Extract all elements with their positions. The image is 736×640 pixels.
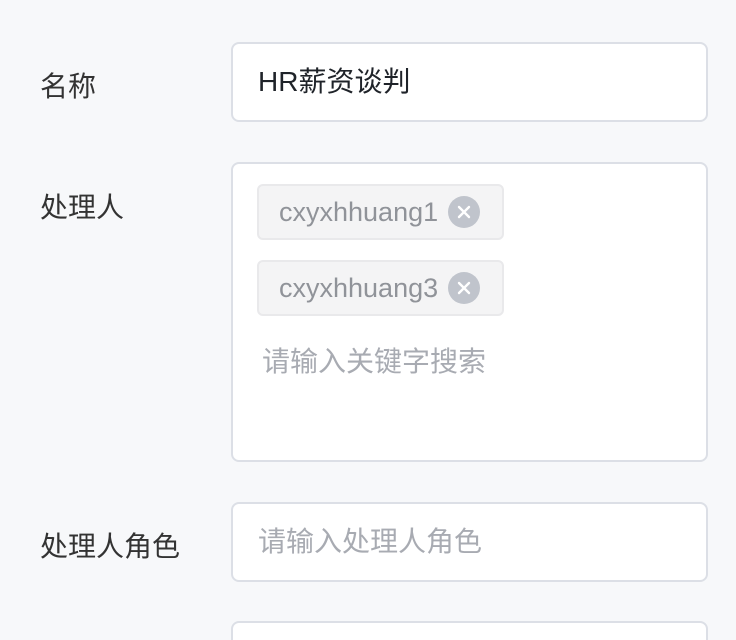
handler-role-input[interactable]: 请输入处理人角色	[231, 502, 708, 582]
next-field-input[interactable]	[231, 621, 708, 640]
name-label: 名称	[40, 71, 97, 102]
name-input-value: HR薪资谈判	[258, 66, 411, 97]
handler-tag: cxyxhhuang1	[257, 184, 505, 240]
name-input[interactable]: HR薪资谈判	[231, 42, 708, 122]
close-circle-icon[interactable]	[448, 272, 481, 304]
handlers-select[interactable]: cxyxhhuang1 cxyxhhuang3 请输入关键字搜索	[231, 162, 708, 462]
handler-tag-label: cxyxhhuang1	[279, 197, 439, 227]
handler-role-label: 处理人角色	[40, 531, 181, 562]
handlers-label: 处理人	[40, 192, 125, 223]
close-circle-icon[interactable]	[448, 196, 481, 228]
handler-tag-label: cxyxhhuang3	[279, 273, 439, 303]
handlers-search-input[interactable]: 请输入关键字搜索	[262, 342, 486, 382]
handler-role-placeholder: 请输入处理人角色	[258, 526, 483, 557]
handler-tag: cxyxhhuang3	[257, 260, 505, 316]
